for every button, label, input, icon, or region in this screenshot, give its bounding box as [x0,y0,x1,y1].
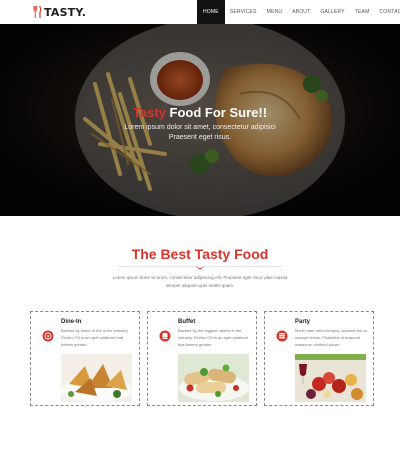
samosa-photo [61,354,132,402]
hero-food-image [0,24,400,216]
nav-contact[interactable]: CONTACT [374,0,400,24]
nav-home[interactable]: HOME [197,0,225,24]
cake-icon [276,330,288,342]
plate-icon [42,330,54,342]
section-title: The Best Tasty Food [131,246,269,262]
hero-subtitle: Lorem ipsum dolor sit amet, consectetur … [0,123,400,143]
section-desc-line1: Lorem ipsum dolor sit amet, consectetur … [112,275,288,280]
services-section: The Best Tasty Food Lorem ipsum dolor si… [0,216,400,450]
section-desc-line2: semper aliquam quis mattis quam. [165,283,235,288]
hero-banner: Tasty Food For Sure!! Lorem ipsum dolor … [0,24,400,216]
wraps-photo [178,354,249,402]
nav-about[interactable]: ABOUT [287,0,315,24]
brand-name: TASTY. [44,5,87,19]
service-card-party[interactable]: Party Morbi vitae tortor tempus, placera… [264,311,374,406]
nav-services[interactable]: SERVICES [225,0,262,24]
card-title: Buffet [178,319,196,325]
card-title: Dine-In [61,319,82,325]
service-card-dine-in[interactable]: Dine-In Backed by some of the in the ind… [30,311,140,406]
main-menu: HOME SERVICES MENU ABOUT GALLERY TEAM CO… [197,0,400,24]
hero-title: Tasty Food For Sure!! [0,105,400,120]
hero-title-accent: Tasty [132,105,166,120]
party-food-photo [295,354,366,402]
hero-subtitle-line2: Praesent eget risus. [168,134,232,141]
nav-gallery[interactable]: GALLERY [315,0,349,24]
hero-subtitle-line1: Lorem ipsum dolor sit amet, consectetur … [124,124,276,131]
card-text: Backed by some of the in the industry, F… [61,328,129,347]
hero-title-rest: Food For Sure!! [165,105,268,120]
section-description: Lorem ipsum dolor sit amet, consectetur … [0,274,400,290]
nav-team[interactable]: TEAM [350,0,375,24]
card-text: Morbi vitae tortor tempus, placerat leo … [295,328,368,347]
nav-menu[interactable]: MENU [262,0,288,24]
card-title: Party [295,319,311,325]
brand-logo[interactable]: TASTY. [32,5,86,19]
fork-knife-icon [33,6,42,18]
divider-ornament [196,264,204,269]
top-navbar: TASTY. HOME SERVICES MENU ABOUT GALLERY … [0,0,400,24]
chef-hat-icon [159,330,171,342]
card-text: Backed by the biggest names in the indus… [178,328,249,347]
service-card-buffet[interactable]: Buffet Backed by the biggest names in th… [147,311,257,406]
